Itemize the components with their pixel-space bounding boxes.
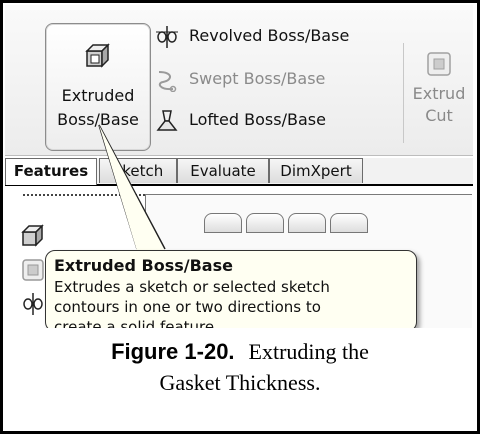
- command-manager-tabs: Features Sketch Evaluate DimXpert: [5, 158, 473, 186]
- figure-caption: Figure 1-20. Extruding the Gasket Thickn…: [3, 337, 477, 398]
- extruded-cut-label-line-2: Cut: [425, 106, 453, 125]
- revolved-boss-base-command[interactable]: Revolved Boss/Base: [155, 21, 349, 51]
- tab-dimxpert[interactable]: DimXpert: [269, 158, 363, 183]
- extruded-cut-label-line-1: Extrud: [412, 84, 466, 103]
- dimxpert-manager-tab[interactable]: [330, 213, 368, 233]
- extruded-cut-icon[interactable]: [21, 258, 45, 282]
- command-manager-ribbon: Extruded Boss/Base Revolved Boss/Base Sw…: [5, 5, 473, 156]
- tab-evaluate[interactable]: Evaluate: [177, 158, 269, 183]
- panel-resize-handle[interactable]: [23, 194, 153, 200]
- revolve-icon: [156, 25, 178, 48]
- extruded-boss-base-button[interactable]: Extruded Boss/Base: [45, 23, 151, 151]
- loft-icon: [156, 109, 178, 131]
- tooltip-title: Extruded Boss/Base: [54, 256, 233, 275]
- caption-line-2: Gasket Thickness.: [159, 370, 321, 395]
- caption-line-1: Extruding the: [248, 339, 369, 364]
- tab-sketch-label: Sketch: [112, 162, 164, 180]
- tooltip: Extruded Boss/Base Extrudes a sketch or …: [45, 250, 417, 328]
- ribbon-separator: [403, 43, 404, 143]
- extruded-cut-icon: [427, 52, 451, 76]
- screenshot-region: Extruded Boss/Base Revolved Boss/Base Sw…: [5, 5, 473, 328]
- revolve-icon[interactable]: [21, 292, 45, 316]
- extrude-label-line-2: Boss/Base: [57, 110, 139, 129]
- extrude-icon: [85, 43, 110, 68]
- extruded-cut-button[interactable]: Extrud Cut: [405, 45, 473, 145]
- extruded-boss-base-label: Extruded Boss/Base: [46, 84, 150, 132]
- tab-features[interactable]: Features: [5, 158, 97, 185]
- tooltip-line: contours in one or two directions to: [54, 298, 321, 316]
- figure-frame: Extruded Boss/Base Revolved Boss/Base Sw…: [0, 0, 480, 434]
- tab-sketch[interactable]: Sketch: [99, 158, 177, 183]
- lofted-boss-base-label: Lofted Boss/Base: [189, 110, 326, 129]
- tooltip-line: create a solid feature.: [54, 318, 219, 328]
- extrude-icon[interactable]: [21, 224, 45, 248]
- swept-boss-base-label: Swept Boss/Base: [189, 69, 326, 88]
- lofted-boss-base-command[interactable]: Lofted Boss/Base: [155, 105, 326, 135]
- feature-manager-tab[interactable]: [204, 213, 242, 233]
- tab-features-label: Features: [13, 162, 89, 180]
- swept-boss-base-command[interactable]: Swept Boss/Base: [155, 64, 325, 94]
- tooltip-line: Extrudes a sketch or selected sketch: [54, 278, 330, 296]
- property-manager-tab[interactable]: [246, 213, 284, 233]
- sweep-icon: [158, 70, 177, 92]
- caption-number: Figure 1-20.: [111, 339, 235, 364]
- revolved-boss-base-label: Revolved Boss/Base: [189, 26, 350, 45]
- tab-dimxpert-label: DimXpert: [280, 162, 352, 180]
- configuration-manager-tab[interactable]: [288, 213, 326, 233]
- extrude-label-line-1: Extruded: [61, 86, 135, 105]
- tab-evaluate-label: Evaluate: [190, 162, 256, 180]
